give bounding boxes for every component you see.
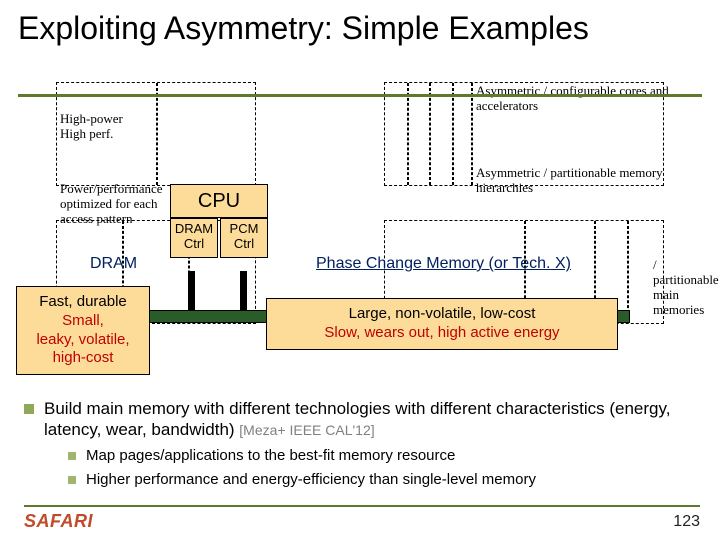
pcm-label-suffix: (or Tech. X): [484, 255, 571, 272]
bullet-icon: [68, 452, 76, 460]
callout-line: Slow, wears out, high active energy: [275, 324, 609, 343]
bullet-text: Map pages/applications to the best-fit m…: [86, 447, 455, 466]
bullet-list: Build main memory with different technol…: [24, 398, 702, 496]
label-partitionable-main: / partitionable main memories: [653, 258, 720, 318]
label-asym-cores: Asymmetric / configurable cores and acce…: [476, 84, 686, 114]
label-high-power: High-power High perf.: [60, 112, 123, 142]
footer: SAFARI 123: [24, 511, 700, 532]
cpu-box: CPU: [170, 184, 268, 218]
pcm-label-main: Phase Change Memory: [316, 255, 484, 272]
citation: [Meza+ IEEE CAL'12]: [239, 422, 374, 438]
bullet-sub: Map pages/applications to the best-fit m…: [68, 447, 702, 466]
footer-rule: [24, 505, 700, 507]
callout-dram: Fast, durable Small, leaky, volatile, hi…: [16, 286, 150, 375]
callout-pcm: Large, non-volatile, low-cost Slow, wear…: [266, 298, 618, 350]
callout-line: high-cost: [25, 349, 141, 368]
callout-line: Small,: [25, 312, 141, 331]
dram-ctrl-box: DRAM Ctrl: [170, 218, 218, 258]
callout-line: Fast, durable: [25, 293, 141, 312]
diagram: High-power High perf. Power/performance …: [18, 70, 702, 380]
title-underline: [18, 94, 702, 97]
bullet-sub: Higher performance and energy-efficiency…: [68, 471, 702, 490]
dram-label: DRAM: [90, 255, 137, 273]
pcm-label: Phase Change Memory (or Tech. X): [316, 255, 571, 273]
bullet-icon: [68, 476, 76, 484]
page-number: 123: [673, 513, 700, 531]
bullet-icon: [24, 404, 34, 414]
callout-line: Large, non-volatile, low-cost: [275, 305, 609, 324]
bullet-text: Higher performance and energy-efficiency…: [86, 471, 536, 490]
slide-title: Exploiting Asymmetry: Simple Examples: [0, 0, 720, 49]
brand-logo: SAFARI: [24, 511, 93, 532]
bullet-main: Build main memory with different technol…: [24, 398, 702, 441]
pcm-ctrl-box: PCM Ctrl: [220, 218, 268, 258]
label-asym-mem: Asymmetric / partitionable memory hierar…: [476, 166, 686, 196]
callout-line: leaky, volatile,: [25, 331, 141, 350]
